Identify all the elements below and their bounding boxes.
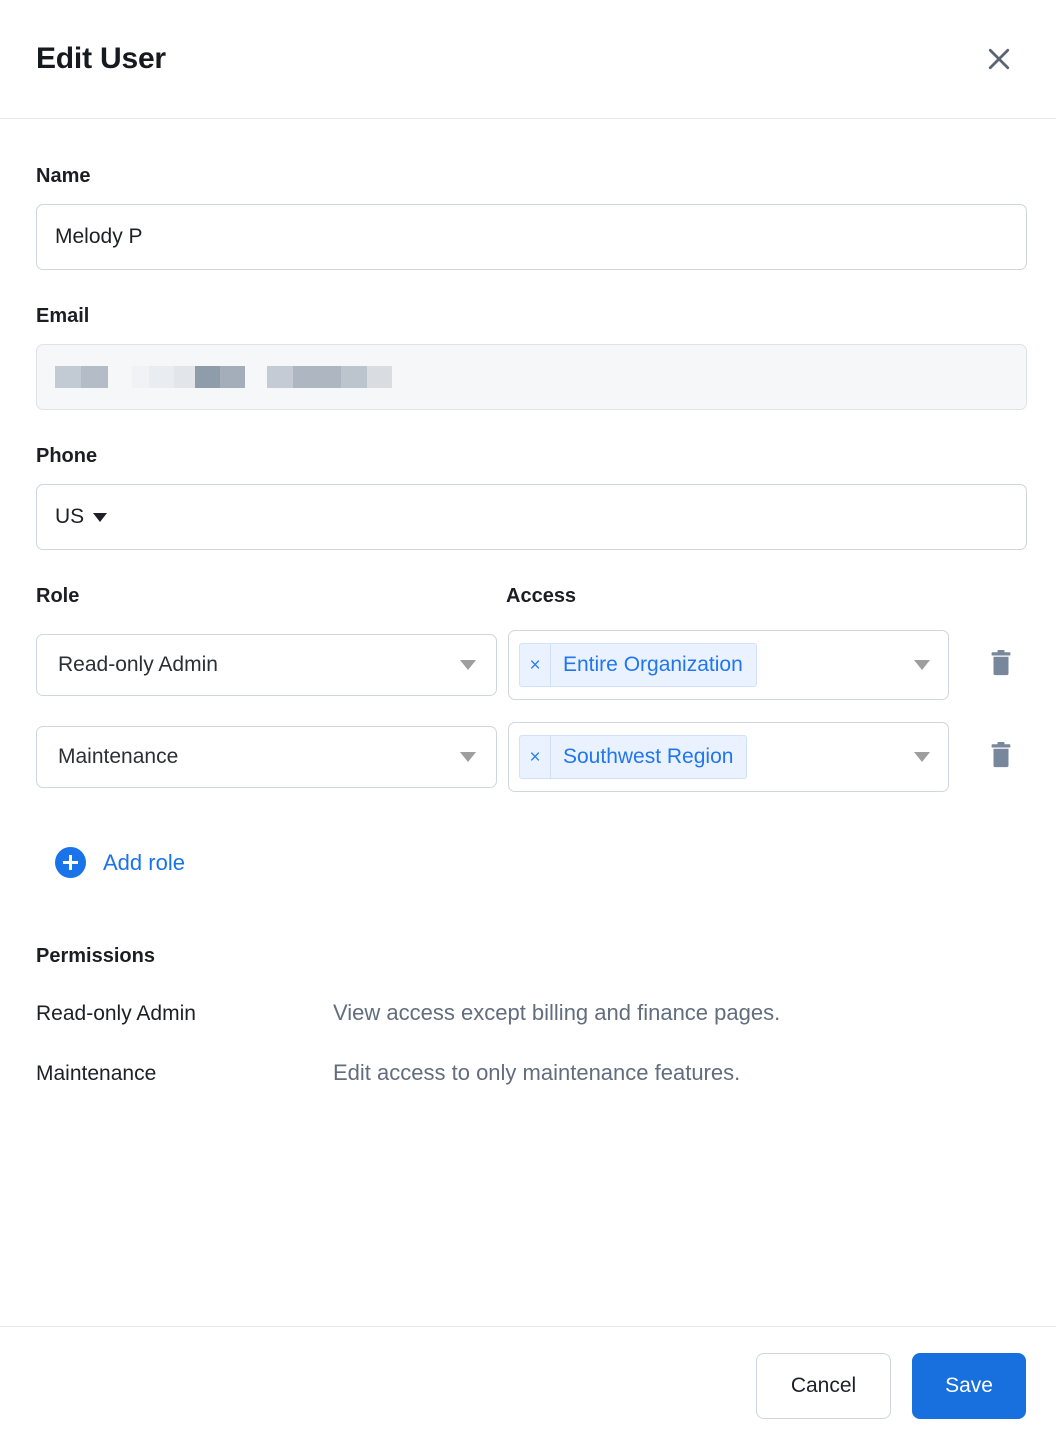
- permission-role-name: Maintenance: [36, 1062, 157, 1085]
- redaction-block: [174, 366, 195, 388]
- delete-role-button-1[interactable]: [979, 735, 1023, 779]
- name-field-group: Name: [36, 165, 1027, 270]
- role-select-value-0: Read-only Admin: [58, 653, 218, 676]
- chip-label: Southwest Region: [563, 745, 734, 768]
- access-chip-0-0[interactable]: × Entire Organization: [519, 643, 757, 687]
- access-select-0[interactable]: × Entire Organization: [508, 630, 949, 700]
- name-input[interactable]: [36, 204, 1027, 270]
- redaction-block: [267, 366, 293, 388]
- role-select-value-1: Maintenance: [58, 745, 179, 768]
- close-button[interactable]: [976, 36, 1022, 82]
- role-select-0[interactable]: Read-only Admin: [36, 634, 497, 696]
- chip-label: Entire Organization: [563, 653, 743, 676]
- role-column-header: Role: [36, 585, 506, 608]
- permission-row: Maintenance Edit access to only maintena…: [36, 1060, 1023, 1086]
- chevron-down-icon: [460, 752, 476, 762]
- redaction-block: [81, 366, 108, 388]
- phone-input[interactable]: US: [36, 484, 1027, 550]
- add-role-label: Add role: [103, 849, 185, 875]
- email-field-group: Email: [36, 305, 1027, 410]
- chevron-down-icon: [914, 660, 930, 670]
- trash-icon: [988, 649, 1014, 682]
- access-chip-1-0[interactable]: × Southwest Region: [519, 735, 748, 779]
- access-select-1[interactable]: × Southwest Region: [508, 722, 949, 792]
- phone-field-group: Phone US: [36, 445, 1027, 550]
- trash-icon: [988, 741, 1014, 774]
- close-icon: [984, 44, 1014, 74]
- email-input-disabled: [36, 344, 1027, 410]
- permissions-section: Permissions Read-only Admin View access …: [36, 945, 1023, 1086]
- cancel-button[interactable]: Cancel: [756, 1352, 891, 1419]
- role-row: Maintenance × Southwest Region: [36, 722, 1023, 792]
- modal-body: Name Email Phone US Role: [0, 119, 1056, 1326]
- chevron-down-icon: [460, 660, 476, 670]
- add-role-button[interactable]: Add role: [55, 847, 185, 878]
- chip-remove-icon[interactable]: ×: [520, 644, 551, 686]
- redaction-block: [108, 366, 132, 388]
- role-row: Read-only Admin × Entire Organization: [36, 630, 1023, 700]
- redaction-block: [149, 366, 174, 388]
- permission-description: View access except billing and finance p…: [333, 1000, 781, 1025]
- role-access-headers: Role Access: [36, 585, 1023, 608]
- redaction-block: [245, 366, 267, 388]
- modal-footer: Cancel Save: [0, 1326, 1056, 1444]
- redaction-block: [195, 366, 220, 388]
- chevron-down-icon: [914, 752, 930, 762]
- chip-remove-icon[interactable]: ×: [520, 736, 551, 778]
- phone-country-select[interactable]: US: [55, 505, 108, 529]
- redaction-block: [132, 366, 149, 388]
- role-select-1[interactable]: Maintenance: [36, 726, 497, 788]
- permission-role-name: Read-only Admin: [36, 1002, 196, 1025]
- permission-row: Read-only Admin View access except billi…: [36, 1000, 1023, 1026]
- redaction-block: [293, 366, 341, 388]
- chevron-down-icon: [93, 512, 108, 522]
- redacted-email-value: [55, 366, 392, 388]
- role-header-label: Role: [36, 585, 80, 607]
- edit-user-modal: Edit User Name Email Phone: [0, 0, 1056, 1444]
- permissions-title: Permissions: [36, 945, 155, 967]
- page-title: Edit User: [36, 42, 166, 75]
- redaction-block: [341, 366, 367, 388]
- access-column-header: Access: [506, 585, 976, 608]
- redaction-block: [367, 366, 392, 388]
- name-label: Name: [36, 165, 91, 187]
- delete-role-button-0[interactable]: [979, 643, 1023, 687]
- phone-country-value: US: [55, 505, 85, 528]
- redaction-block: [220, 366, 245, 388]
- phone-label: Phone: [36, 445, 98, 467]
- email-label: Email: [36, 305, 90, 327]
- access-header-label: Access: [506, 585, 577, 607]
- plus-circle-icon: [55, 847, 86, 878]
- permission-description: Edit access to only maintenance features…: [333, 1060, 741, 1085]
- modal-header: Edit User: [0, 0, 1056, 119]
- redaction-block: [55, 366, 81, 388]
- save-button[interactable]: Save: [912, 1352, 1026, 1419]
